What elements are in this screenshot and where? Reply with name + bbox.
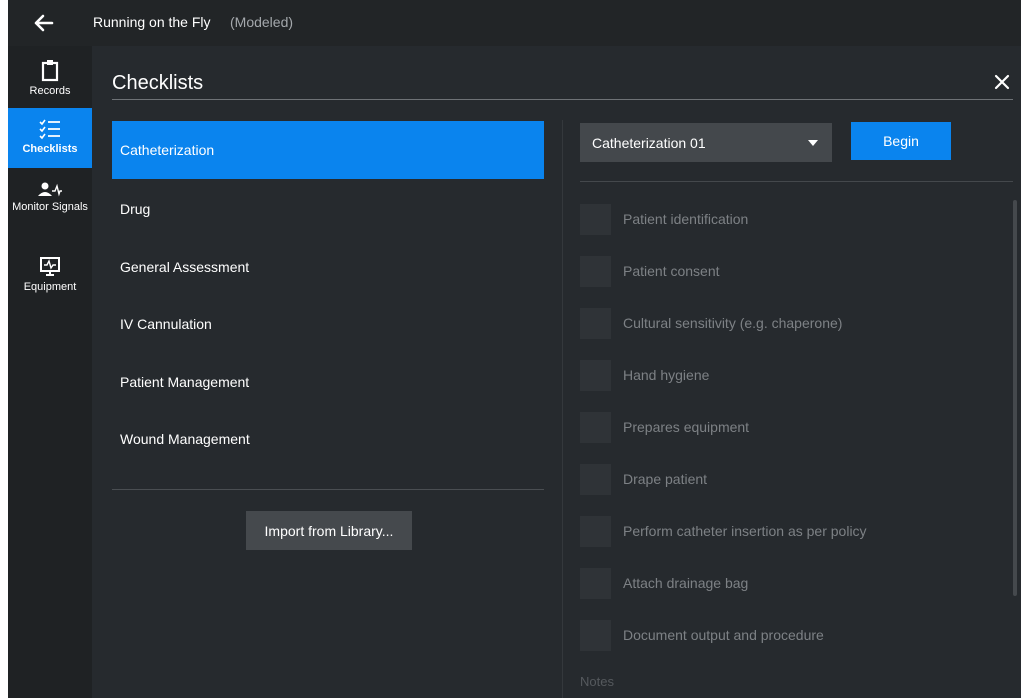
arrow-left-icon	[34, 14, 54, 32]
task-checkbox[interactable]	[580, 463, 611, 495]
title-divider	[112, 99, 1013, 100]
panel-divider	[562, 120, 563, 698]
sidebar-item-checklists[interactable]: Checklists	[8, 108, 92, 168]
task-item: Patient identification	[580, 203, 748, 235]
back-button[interactable]	[28, 7, 60, 39]
top-bar: Running on the Fly (Modeled)	[8, 0, 1021, 46]
task-item: Perform catheter insertion as per policy	[580, 515, 867, 547]
clipboard-icon	[41, 60, 59, 82]
task-item: Attach drainage bag	[580, 567, 748, 599]
sidebar-item-label: Equipment	[23, 281, 77, 293]
close-icon	[994, 74, 1010, 90]
task-checkbox[interactable]	[580, 619, 611, 651]
task-item: Cultural sensitivity (e.g. chaperone)	[580, 307, 842, 339]
task-checkbox[interactable]	[580, 359, 611, 391]
sidebar-item-monitor-signals[interactable]: Monitor Signals	[8, 176, 92, 236]
task-label: Attach drainage bag	[623, 575, 749, 591]
task-item: Prepares equipment	[580, 411, 749, 443]
monitor-icon	[40, 257, 60, 276]
begin-button[interactable]: Begin	[851, 122, 951, 160]
sidebar-item-label: Records	[29, 85, 71, 97]
checklist-item-catheterization[interactable]: Catheterization	[112, 121, 544, 179]
task-item: Hand hygiene	[580, 359, 709, 391]
checklist-item-patient-management[interactable]: Patient Management	[112, 353, 544, 411]
list-divider	[112, 489, 544, 490]
sidebar-item-label: Monitor Signals	[12, 201, 88, 213]
detail-scrollbar[interactable]	[1013, 200, 1017, 596]
task-label: Drape patient	[623, 471, 708, 487]
task-label: Perform catheter insertion as per policy	[623, 523, 867, 539]
sidebar-item-equipment[interactable]: Equipment	[8, 246, 92, 304]
task-item: Patient consent	[580, 255, 720, 287]
task-label: Prepares equipment	[623, 419, 750, 435]
app-window: Running on the Fly (Modeled) Records Che…	[8, 0, 1021, 698]
checklist-item-drug[interactable]: Drug	[112, 180, 544, 238]
task-checkbox[interactable]	[580, 255, 611, 287]
task-label: Hand hygiene	[623, 367, 710, 383]
sidebar: Records Checklists Monitor Signals Equip…	[8, 46, 92, 698]
checklist-version-select[interactable]: Catheterization 01	[580, 123, 832, 162]
task-checkbox[interactable]	[580, 567, 611, 599]
task-checkbox[interactable]	[580, 411, 611, 443]
task-item: Drape patient	[580, 463, 707, 495]
panel-title: Checklists	[112, 72, 204, 94]
task-checkbox[interactable]	[580, 203, 611, 235]
sidebar-item-records[interactable]: Records	[8, 52, 92, 106]
detail-divider	[580, 181, 1013, 182]
task-label: Patient identification	[623, 211, 749, 227]
task-item: Document output and procedure	[580, 619, 824, 651]
caret-down-icon	[808, 140, 818, 146]
checklist-item-wound-management[interactable]: Wound Management	[112, 410, 544, 468]
task-checkbox[interactable]	[580, 515, 611, 547]
patient-signal-icon	[38, 182, 62, 197]
checklist-item-general-assessment[interactable]: General Assessment	[112, 238, 544, 296]
checklist-item-iv-cannulation[interactable]: IV Cannulation	[112, 295, 544, 353]
app-subtitle: (Modeled)	[230, 14, 294, 30]
import-from-library-button[interactable]: Import from Library...	[246, 511, 412, 550]
notes-label: Notes	[580, 674, 614, 689]
close-button[interactable]	[990, 70, 1014, 94]
task-checkbox[interactable]	[580, 307, 611, 339]
task-label: Patient consent	[623, 263, 720, 279]
sidebar-item-label: Checklists	[22, 143, 78, 155]
task-label: Document output and procedure	[623, 627, 824, 643]
task-label: Cultural sensitivity (e.g. chaperone)	[623, 315, 843, 331]
app-title: Running on the Fly	[93, 14, 211, 30]
select-value: Catheterization 01	[592, 134, 706, 151]
checklist-icon	[39, 119, 60, 140]
